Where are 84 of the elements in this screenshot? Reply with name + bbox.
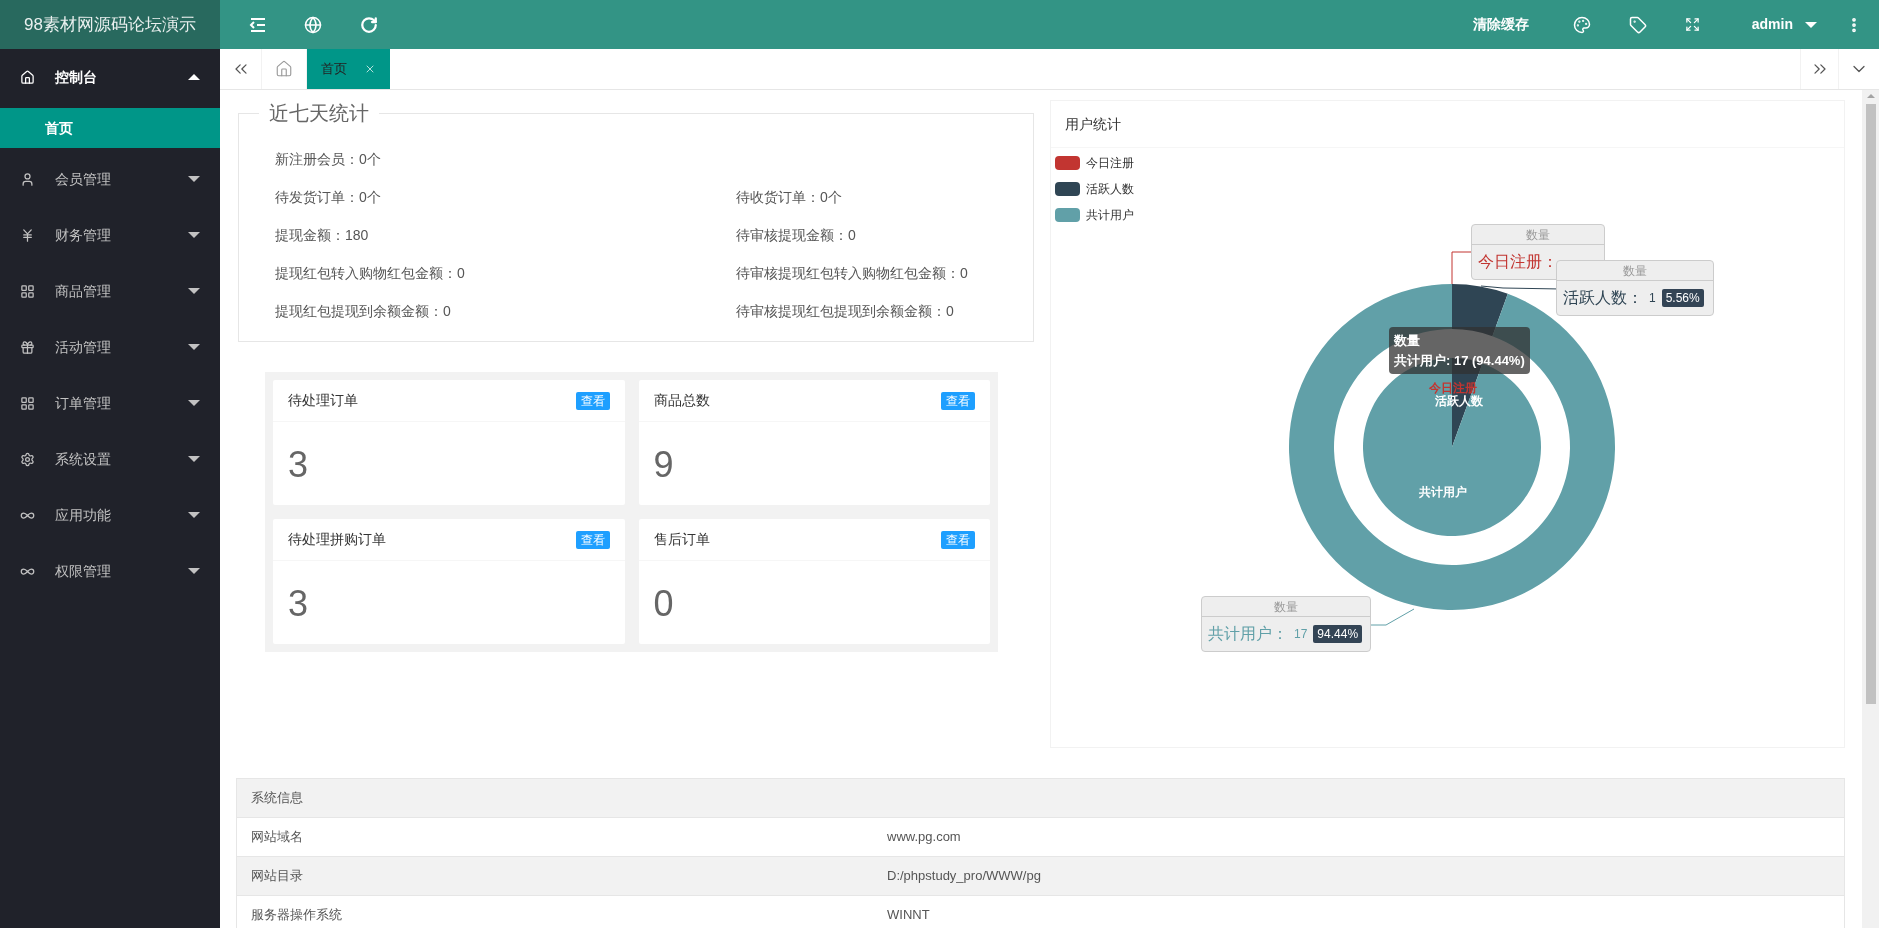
close-icon[interactable] <box>364 63 376 75</box>
table-cell-text: WINNT <box>887 906 930 925</box>
table-cell-text: www.pg.com <box>887 828 961 847</box>
card-value: 9 <box>652 443 675 487</box>
stat-text: 待审核提现红包提现到余额金额：0 <box>736 301 955 321</box>
sidebar-item[interactable]: 会员管理 <box>0 151 220 207</box>
caret-icon <box>188 512 200 518</box>
tag-icon[interactable] <box>1628 15 1647 34</box>
caret-icon <box>1805 21 1817 28</box>
stat-text: 提现金额：180 <box>275 225 370 245</box>
scroll-up-icon[interactable] <box>1866 94 1875 98</box>
card-title: 待处理拼购订单 <box>288 530 386 549</box>
home-icon <box>20 69 35 85</box>
legend-label[interactable]: 共计用户 <box>1086 206 1134 224</box>
brand-title: 98素材网源码论坛演示 <box>0 0 220 49</box>
stat-text: 提现红包提现到余额金额：0 <box>275 301 452 321</box>
callout-label: 共计用户： <box>1208 624 1288 644</box>
sidebar-item[interactable]: 订单管理 <box>0 375 220 431</box>
card-title: 售后订单 <box>653 530 710 549</box>
table-cell-text: 网站域名 <box>251 828 304 847</box>
fullscreen-icon[interactable] <box>1684 17 1700 32</box>
legend-label[interactable]: 今日注册 <box>1086 154 1134 172</box>
callout-value: 17 <box>1294 626 1308 643</box>
sidebar-item[interactable]: 权限管理 <box>0 543 220 599</box>
user-menu[interactable]: admin <box>1751 14 1817 35</box>
scrollbar-thumb[interactable] <box>1865 104 1876 704</box>
table-cell-text: 服务器操作系统 <box>251 906 343 925</box>
sidebar-item[interactable]: 应用功能 <box>0 487 220 543</box>
caret-icon <box>188 176 200 182</box>
callout-title: 数量 <box>1202 597 1370 617</box>
caret-icon <box>188 232 200 238</box>
stat-text: 待发货订单：0个 <box>275 187 382 207</box>
stat-text: 新注册会员：0个 <box>275 149 382 169</box>
card-value: 3 <box>287 582 310 626</box>
table-cell-text: 网站目录 <box>251 867 304 886</box>
user-icon <box>20 171 35 187</box>
globe-icon[interactable] <box>304 15 322 34</box>
stat-text: 提现红包转入购物红包金额：0 <box>275 263 466 283</box>
stat-text: 待审核提现金额：0 <box>736 225 857 245</box>
leader-line <box>1451 251 1472 285</box>
sidebar-item[interactable]: 系统设置 <box>0 431 220 487</box>
card-value: 0 <box>652 582 675 626</box>
percent-badge: 94.44% <box>1313 625 1363 643</box>
callout-label: 今日注册： <box>1478 252 1558 272</box>
clear-cache-button[interactable]: 清除缓存 <box>1472 14 1529 35</box>
card-title: 商品总数 <box>653 391 710 410</box>
slice-label: 活跃人数 <box>1435 394 1483 408</box>
caret-icon <box>188 74 200 80</box>
caret-icon <box>188 344 200 350</box>
callout-label: 活跃人数： <box>1563 288 1643 308</box>
panel-title: 用户统计 <box>1065 114 1121 134</box>
gear-icon <box>20 451 35 467</box>
sidebar-item[interactable]: 控制台 <box>0 49 220 105</box>
palette-icon[interactable] <box>1572 15 1591 34</box>
sidebar-subitem[interactable]: 首页 <box>0 108 220 148</box>
caret-icon <box>188 568 200 574</box>
table-header: 系统信息 <box>237 779 1844 818</box>
card-title: 待处理订单 <box>288 391 358 410</box>
slice-label: 共计用户 <box>1419 485 1467 499</box>
stat-text: 待收货订单：0个 <box>736 187 843 207</box>
chart-tooltip: 数量 共计用户: 17 (94.44%) <box>1389 327 1530 374</box>
grid-icon <box>20 395 35 411</box>
gift-icon <box>20 339 35 355</box>
caret-icon <box>188 288 200 294</box>
caret-icon <box>188 456 200 462</box>
card-value: 3 <box>287 443 310 487</box>
stats-title: 近七天统计 <box>268 101 370 126</box>
yen-icon <box>20 227 35 243</box>
sidebar-item[interactable]: 商品管理 <box>0 263 220 319</box>
leader-line <box>1370 608 1415 626</box>
caret-icon <box>188 400 200 406</box>
home-icon <box>275 60 293 78</box>
callout-title: 数量 <box>1557 261 1713 281</box>
stat-text: 待审核提现红包转入购物红包金额：0 <box>736 263 969 283</box>
percent-badge: 5.56% <box>1661 289 1704 307</box>
legend-label[interactable]: 活跃人数 <box>1086 180 1134 198</box>
refresh-icon[interactable] <box>360 15 378 34</box>
sidebar-item[interactable]: 活动管理 <box>0 319 220 375</box>
callout-value: 1 <box>1649 290 1656 307</box>
table-cell-text: D:/phpstudy_pro/WWW/pg <box>887 867 1041 886</box>
page-tab[interactable]: 首页 <box>307 49 390 89</box>
grid-icon <box>20 283 35 299</box>
sidebar-item[interactable]: 财务管理 <box>0 207 220 263</box>
callout-title: 数量 <box>1472 225 1604 245</box>
